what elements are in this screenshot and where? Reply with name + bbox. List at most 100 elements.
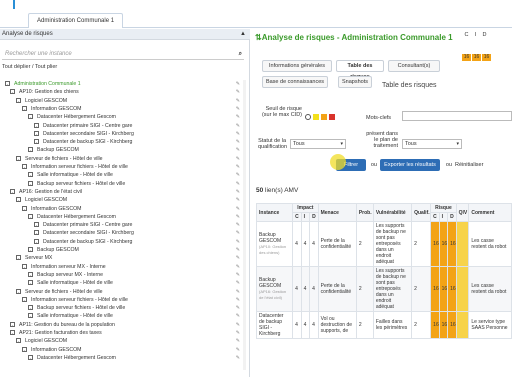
- search-icon[interactable]: ⌕: [239, 48, 242, 60]
- tree-node[interactable]: - AP16: Gestion de l'état civil ✎: [0, 188, 248, 196]
- tree-node[interactable]: - Datacenter primaire SIGI - Centre gare ✎: [0, 221, 248, 229]
- tree-node[interactable]: - Datacenter de backup SIGI - Kirchberg ✎: [0, 238, 248, 246]
- edit-pencil-icon[interactable]: ✎: [236, 271, 240, 279]
- tree-toggle-icon[interactable]: -: [34, 230, 39, 236]
- tree-node[interactable]: - AP10: Gestion des chiens ✎: [0, 88, 248, 96]
- left-scrollbar[interactable]: [243, 80, 246, 370]
- tree-node[interactable]: - Information GESCOM ✎: [0, 346, 248, 354]
- tab-snapshots[interactable]: Snapshots: [338, 76, 372, 88]
- tree-toggle-icon[interactable]: -: [34, 238, 39, 244]
- tree-toggle-icon[interactable]: -: [28, 313, 33, 319]
- edit-pencil-icon[interactable]: ✎: [236, 171, 240, 179]
- tree-node[interactable]: - Information GESCOM ✎: [0, 205, 248, 213]
- tree-toggle-icon[interactable]: -: [16, 255, 21, 261]
- col-qlv[interactable]: QlV: [455, 203, 470, 222]
- tree-node[interactable]: - Backup serveur MX - Interne ✎: [0, 271, 248, 279]
- edit-pencil-icon[interactable]: ✎: [236, 205, 240, 213]
- tree-node[interactable]: - Logiciel GESCOM ✎: [0, 97, 248, 105]
- edit-pencil-icon[interactable]: ✎: [236, 263, 240, 271]
- edit-pencil-icon[interactable]: ✎: [236, 296, 240, 304]
- tree-node[interactable]: - Logiciel GESCOM ✎: [0, 196, 248, 204]
- tree-toggle-icon[interactable]: -: [22, 164, 27, 169]
- edit-pencil-icon[interactable]: ✎: [236, 279, 240, 287]
- edit-pencil-icon[interactable]: ✎: [236, 321, 240, 329]
- tree-toggle-icon[interactable]: -: [22, 296, 27, 302]
- tree-node[interactable]: - Datacenter Hébergement Gescom ✎: [0, 113, 248, 121]
- tree-toggle-icon[interactable]: -: [28, 172, 33, 178]
- expand-collapse-link[interactable]: Tout déplier / Tout plier: [2, 64, 57, 70]
- threshold-red[interactable]: [329, 114, 335, 120]
- table-row[interactable]: Datacenter de backup SIGI - Kirchberg 4 4 4…: [255, 311, 512, 339]
- tree-toggle-icon[interactable]: -: [22, 205, 27, 211]
- tree-toggle-icon[interactable]: -: [16, 338, 21, 344]
- edit-pencil-icon[interactable]: ✎: [236, 288, 240, 296]
- tree-toggle-icon[interactable]: -: [16, 288, 21, 294]
- tree-toggle-icon[interactable]: -: [28, 247, 33, 252]
- tree-node[interactable]: - Salle informatique - Hôtel de ville ✎: [0, 171, 248, 179]
- tree-toggle-icon[interactable]: -: [16, 197, 21, 203]
- tree-toggle-icon[interactable]: -: [28, 354, 33, 360]
- treatment-select[interactable]: Tous ▾: [402, 139, 462, 149]
- edit-pencil-icon[interactable]: ✎: [236, 354, 240, 362]
- status-select[interactable]: Tous ▾: [290, 139, 346, 149]
- search-input[interactable]: Rechercher une instance ⌕: [2, 48, 244, 60]
- tree-node[interactable]: - AP11: Gestion du bureau de la populatio…: [0, 321, 248, 329]
- collapse-arrow-icon[interactable]: ▲: [240, 29, 246, 40]
- edit-pencil-icon[interactable]: ✎: [236, 196, 240, 204]
- edit-pencil-icon[interactable]: ✎: [236, 312, 240, 320]
- tree-node[interactable]: - Information serveur MX - Interne ✎: [0, 263, 248, 271]
- tree-node[interactable]: - Backup GESCOM ✎: [0, 146, 248, 154]
- tree-node[interactable]: - Salle informatique - Hôtel de ville ✎: [0, 279, 248, 287]
- edit-pencil-icon[interactable]: ✎: [236, 180, 240, 188]
- reset-link[interactable]: Réinitialiser: [455, 162, 505, 168]
- edit-pencil-icon[interactable]: ✎: [236, 229, 240, 237]
- col-qualif[interactable]: Qualif.: [411, 203, 432, 222]
- tree-node[interactable]: - Salle informatique - Hôtel de ville ✎: [0, 312, 248, 320]
- edit-pencil-icon[interactable]: ✎: [236, 97, 240, 105]
- tree-node[interactable]: - Administration Communale 1 ✎: [0, 80, 248, 88]
- edit-pencil-icon[interactable]: ✎: [236, 155, 240, 163]
- tab-consultants[interactable]: Consultant(s): [388, 60, 440, 72]
- edit-pencil-icon[interactable]: ✎: [236, 88, 240, 96]
- tree-node[interactable]: - Datacenter de backup SIGI - Kirchberg ✎: [0, 138, 248, 146]
- edit-pencil-icon[interactable]: ✎: [236, 130, 240, 138]
- tree-node[interactable]: - Information serveur fichiers - Hôtel de…: [0, 163, 248, 171]
- tree-toggle-icon[interactable]: -: [10, 188, 15, 194]
- edit-pencil-icon[interactable]: ✎: [236, 221, 240, 229]
- edit-pencil-icon[interactable]: ✎: [236, 346, 240, 354]
- tree-toggle-icon[interactable]: -: [10, 89, 15, 95]
- tree-toggle-icon[interactable]: -: [16, 155, 21, 161]
- tree-node[interactable]: - Serveur MX ✎: [0, 254, 248, 262]
- tree-node[interactable]: - Serveur de fichiers - Hôtel de ville ✎: [0, 288, 248, 296]
- edit-pencil-icon[interactable]: ✎: [236, 337, 240, 345]
- threshold-yellow[interactable]: [313, 114, 319, 120]
- tree-toggle-icon[interactable]: -: [16, 97, 21, 103]
- edit-pencil-icon[interactable]: ✎: [236, 146, 240, 154]
- threshold-radio-icon[interactable]: [305, 114, 311, 120]
- keywords-input[interactable]: [402, 111, 512, 121]
- col-instance[interactable]: Instance: [255, 203, 294, 222]
- tree-toggle-icon[interactable]: -: [28, 305, 33, 311]
- tree-node[interactable]: - AP21: Gestion facturation des taxes ✎: [0, 329, 248, 337]
- tab-base-de-connaissances[interactable]: Base de connaissances: [262, 76, 328, 88]
- tree-toggle-icon[interactable]: -: [28, 147, 33, 153]
- tree-node[interactable]: - Datacenter primaire SIGI - Centre gare ✎: [0, 122, 248, 130]
- edit-pencil-icon[interactable]: ✎: [236, 105, 240, 113]
- tree-toggle-icon[interactable]: -: [5, 81, 10, 86]
- tab-admin-communale[interactable]: Administration Communale 1: [28, 13, 124, 28]
- tree-node[interactable]: - Datacenter Hébergement Gescom ✎: [0, 354, 248, 362]
- col-prob[interactable]: Prob.: [355, 203, 374, 222]
- edit-pencil-icon[interactable]: ✎: [236, 122, 240, 130]
- export-button[interactable]: Exporter les résultats: [380, 159, 440, 171]
- tree-toggle-icon[interactable]: -: [10, 330, 15, 335]
- edit-pencil-icon[interactable]: ✎: [236, 246, 240, 254]
- col-comment[interactable]: Comment: [468, 203, 512, 222]
- edit-pencil-icon[interactable]: ✎: [236, 329, 240, 337]
- col-vulnerabilite[interactable]: Vulnérabilité: [372, 203, 413, 222]
- edit-pencil-icon[interactable]: ✎: [236, 188, 240, 196]
- tree-toggle-icon[interactable]: -: [22, 346, 27, 352]
- tree-toggle-icon[interactable]: -: [34, 130, 39, 136]
- tree-node[interactable]: - Datacenter Hébergement Gescom ✎: [0, 213, 248, 221]
- table-row[interactable]: Backup GESCOM (AP10: Gestion des chiens) 4…: [255, 221, 512, 267]
- tree-node[interactable]: - Serveur de fichiers - Hôtel de ville ✎: [0, 155, 248, 163]
